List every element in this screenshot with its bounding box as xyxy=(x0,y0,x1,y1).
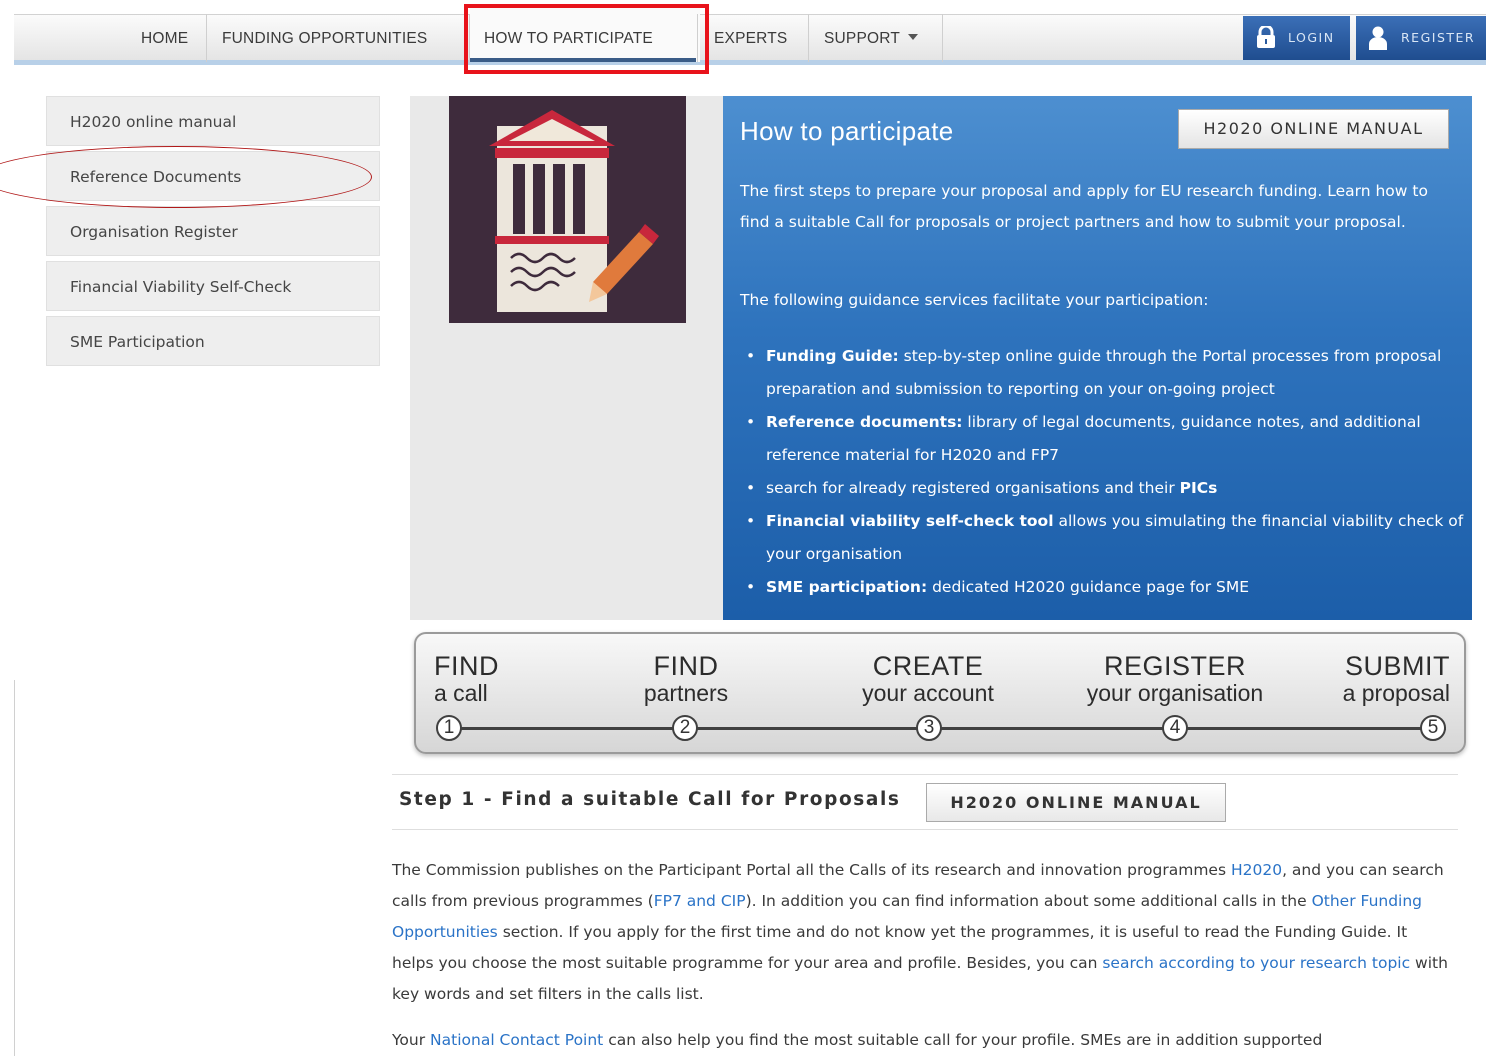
guidance-list: Funding Guide: step-by-step online guide… xyxy=(740,340,1480,604)
sidebar-item-label: H2020 online manual xyxy=(70,113,237,131)
register-label: REGISTER xyxy=(1401,30,1476,45)
document-building-icon xyxy=(449,96,686,323)
step-submit-proposal[interactable]: SUBMIT a proposal xyxy=(1316,652,1450,706)
login-button[interactable]: LOGIN xyxy=(1243,16,1350,60)
nav-funding-opportunities[interactable]: FUNDING OPPORTUNITIES xyxy=(222,14,427,62)
lock-icon xyxy=(1257,26,1275,48)
text-run: ). In addition you can find information … xyxy=(745,892,1312,910)
divider xyxy=(392,829,1458,830)
ncp-paragraph: Your National Contact Point can also hel… xyxy=(392,1025,1452,1056)
list-item-bold: Financial viability self-check tool xyxy=(766,512,1054,530)
step-title: CREATE xyxy=(872,651,984,681)
step-subtitle: partners xyxy=(643,680,729,706)
step1-heading: Step 1 - Find a suitable Call for Propos… xyxy=(399,789,901,810)
nav-support[interactable]: SUPPORT xyxy=(824,14,919,62)
text-run: The Commission publishes on the Particip… xyxy=(392,861,1231,879)
steps-connector-line xyxy=(446,727,1446,730)
text-run: can also help you find the most suitable… xyxy=(603,1031,1323,1049)
hero-info-panel: How to participate H2020 ONLINE MANUAL T… xyxy=(723,96,1472,620)
fp7-cip-link[interactable]: FP7 and CIP xyxy=(654,892,746,910)
text-run: Your xyxy=(392,1031,431,1049)
nav-home[interactable]: HOME xyxy=(141,14,188,62)
national-contact-point-link[interactable]: National Contact Point xyxy=(430,1031,603,1049)
guidance-intro-text: The following guidance services facilita… xyxy=(740,291,1209,309)
participation-steps-banner: FIND a call FIND partners CREATE your ac… xyxy=(414,632,1466,754)
user-icon xyxy=(1369,26,1387,50)
online-manual-button[interactable]: H2020 ONLINE MANUAL xyxy=(1178,109,1449,149)
sidebar-item-financial-viability[interactable]: Financial Viability Self-Check xyxy=(46,261,380,311)
sidebar-item-label: SME Participation xyxy=(70,333,205,351)
list-item: search for already registered organisati… xyxy=(740,472,1480,505)
h2020-link[interactable]: H2020 xyxy=(1231,861,1282,879)
step-title: REGISTER xyxy=(1103,651,1247,681)
list-item-text: search for already registered organisati… xyxy=(766,479,1180,497)
list-item-text: dedicated H2020 guidance page for SME xyxy=(927,578,1250,596)
list-item-bold: PICs xyxy=(1179,479,1218,497)
step-number-badge: 3 xyxy=(916,715,942,741)
step-number-badge: 5 xyxy=(1420,715,1446,741)
sidebar-item-online-manual[interactable]: H2020 online manual xyxy=(46,96,380,146)
list-item: SME participation: dedicated H2020 guida… xyxy=(740,571,1480,604)
sidebar-item-label: Financial Viability Self-Check xyxy=(70,278,292,296)
nav-divider xyxy=(942,14,943,62)
sidebar-item-organisation-register[interactable]: Organisation Register xyxy=(46,206,380,256)
login-label: LOGIN xyxy=(1288,30,1335,45)
step-number-badge: 2 xyxy=(672,715,698,741)
research-topic-search-link[interactable]: search according to your research topic xyxy=(1102,954,1410,972)
step-title: FIND xyxy=(653,651,719,681)
nav-experts[interactable]: EXPERTS xyxy=(714,14,787,62)
nav-divider xyxy=(206,14,207,62)
list-item: Financial viability self-check tool allo… xyxy=(740,505,1480,571)
step1-online-manual-button[interactable]: H2020 ONLINE MANUAL xyxy=(926,783,1226,822)
hero-intro-text: The first steps to prepare your proposal… xyxy=(740,182,1428,231)
step-create-account[interactable]: CREATE your account xyxy=(848,652,1008,706)
step-title: SUBMIT xyxy=(1344,651,1450,681)
nav-support-label: SUPPORT xyxy=(824,30,901,47)
sidebar-item-label: Organisation Register xyxy=(70,223,238,241)
divider xyxy=(392,774,1458,775)
list-item-bold: Funding Guide: xyxy=(766,347,899,365)
step-find-partners[interactable]: FIND partners xyxy=(638,652,734,706)
list-item-bold: SME participation: xyxy=(766,578,928,596)
step-find-call[interactable]: FIND a call xyxy=(434,652,499,706)
step-title: FIND xyxy=(434,651,499,681)
step-register-organisation[interactable]: REGISTER your organisation xyxy=(1070,652,1280,706)
participation-illustration xyxy=(449,96,686,323)
step-number-badge: 4 xyxy=(1162,715,1188,741)
sidebar-item-sme-participation[interactable]: SME Participation xyxy=(46,316,380,366)
step-subtitle: a proposal xyxy=(1342,680,1450,706)
list-item: Funding Guide: step-by-step online guide… xyxy=(740,340,1480,406)
nav-divider xyxy=(808,14,809,62)
step1-paragraph: The Commission publishes on the Particip… xyxy=(392,855,1452,1010)
register-button[interactable]: REGISTER xyxy=(1356,16,1486,60)
page-title: How to participate xyxy=(740,116,954,146)
step-subtitle: a call xyxy=(434,680,488,706)
list-item: Reference documents: library of legal do… xyxy=(740,406,1480,472)
step-subtitle: your organisation xyxy=(1086,680,1264,706)
list-item-bold: Reference documents: xyxy=(766,413,963,431)
step-number-badge: 1 xyxy=(436,715,462,741)
top-strip xyxy=(0,0,1486,14)
chevron-down-icon xyxy=(908,34,919,40)
content-left-border xyxy=(14,680,15,1056)
step-subtitle: your account xyxy=(862,680,994,706)
highlight-box xyxy=(464,4,709,74)
